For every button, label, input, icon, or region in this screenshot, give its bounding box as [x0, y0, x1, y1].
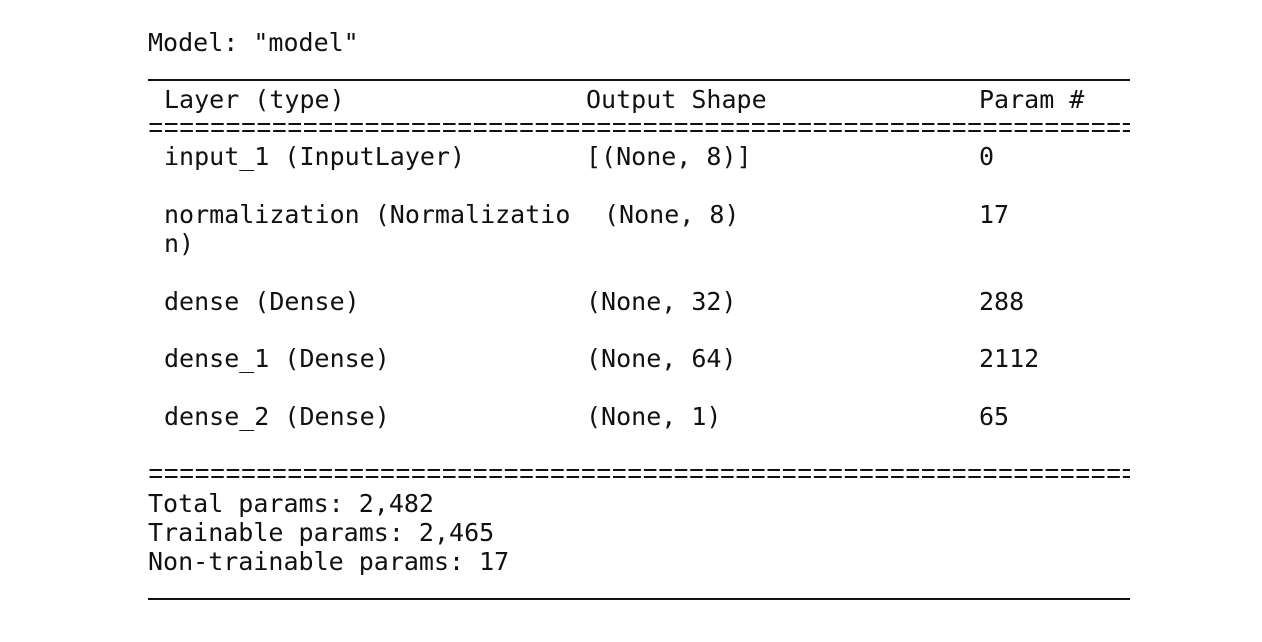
header-output-shape: Output Shape: [586, 85, 767, 114]
header-param: Param #: [979, 85, 1085, 114]
footer-double-rule: [148, 467, 1130, 480]
layer-name-wrap: n): [164, 229, 195, 258]
layer-name: dense (Dense): [164, 287, 360, 316]
trainable-params: Trainable params: 2,465: [148, 518, 495, 547]
layer-name: normalization (Normalizatio: [164, 200, 571, 229]
output-shape: [(None, 8)]: [586, 142, 752, 171]
output-shape: (None, 64): [586, 344, 737, 373]
layer-name: dense_2 (Dense): [164, 402, 390, 431]
param-count: 65: [979, 402, 1010, 431]
param-count: 17: [979, 200, 1010, 229]
header-layer: Layer (type): [164, 85, 345, 114]
param-count: 2112: [979, 344, 1040, 373]
param-count: 0: [979, 142, 995, 171]
header-double-rule: [148, 121, 1130, 134]
param-count: 288: [979, 287, 1025, 316]
output-shape: (None, 1): [586, 402, 722, 431]
output-shape: (None, 32): [586, 287, 737, 316]
total-params: Total params: 2,482: [148, 489, 434, 518]
model-title: Model: "model": [148, 28, 359, 57]
layer-name: dense_1 (Dense): [164, 344, 390, 373]
non-trainable-params: Non-trainable params: 17: [148, 547, 510, 576]
layer-name: input_1 (InputLayer): [164, 142, 466, 171]
bottom-rule: [148, 598, 1130, 600]
output-shape: (None, 8): [604, 200, 740, 229]
top-rule: [148, 79, 1130, 81]
